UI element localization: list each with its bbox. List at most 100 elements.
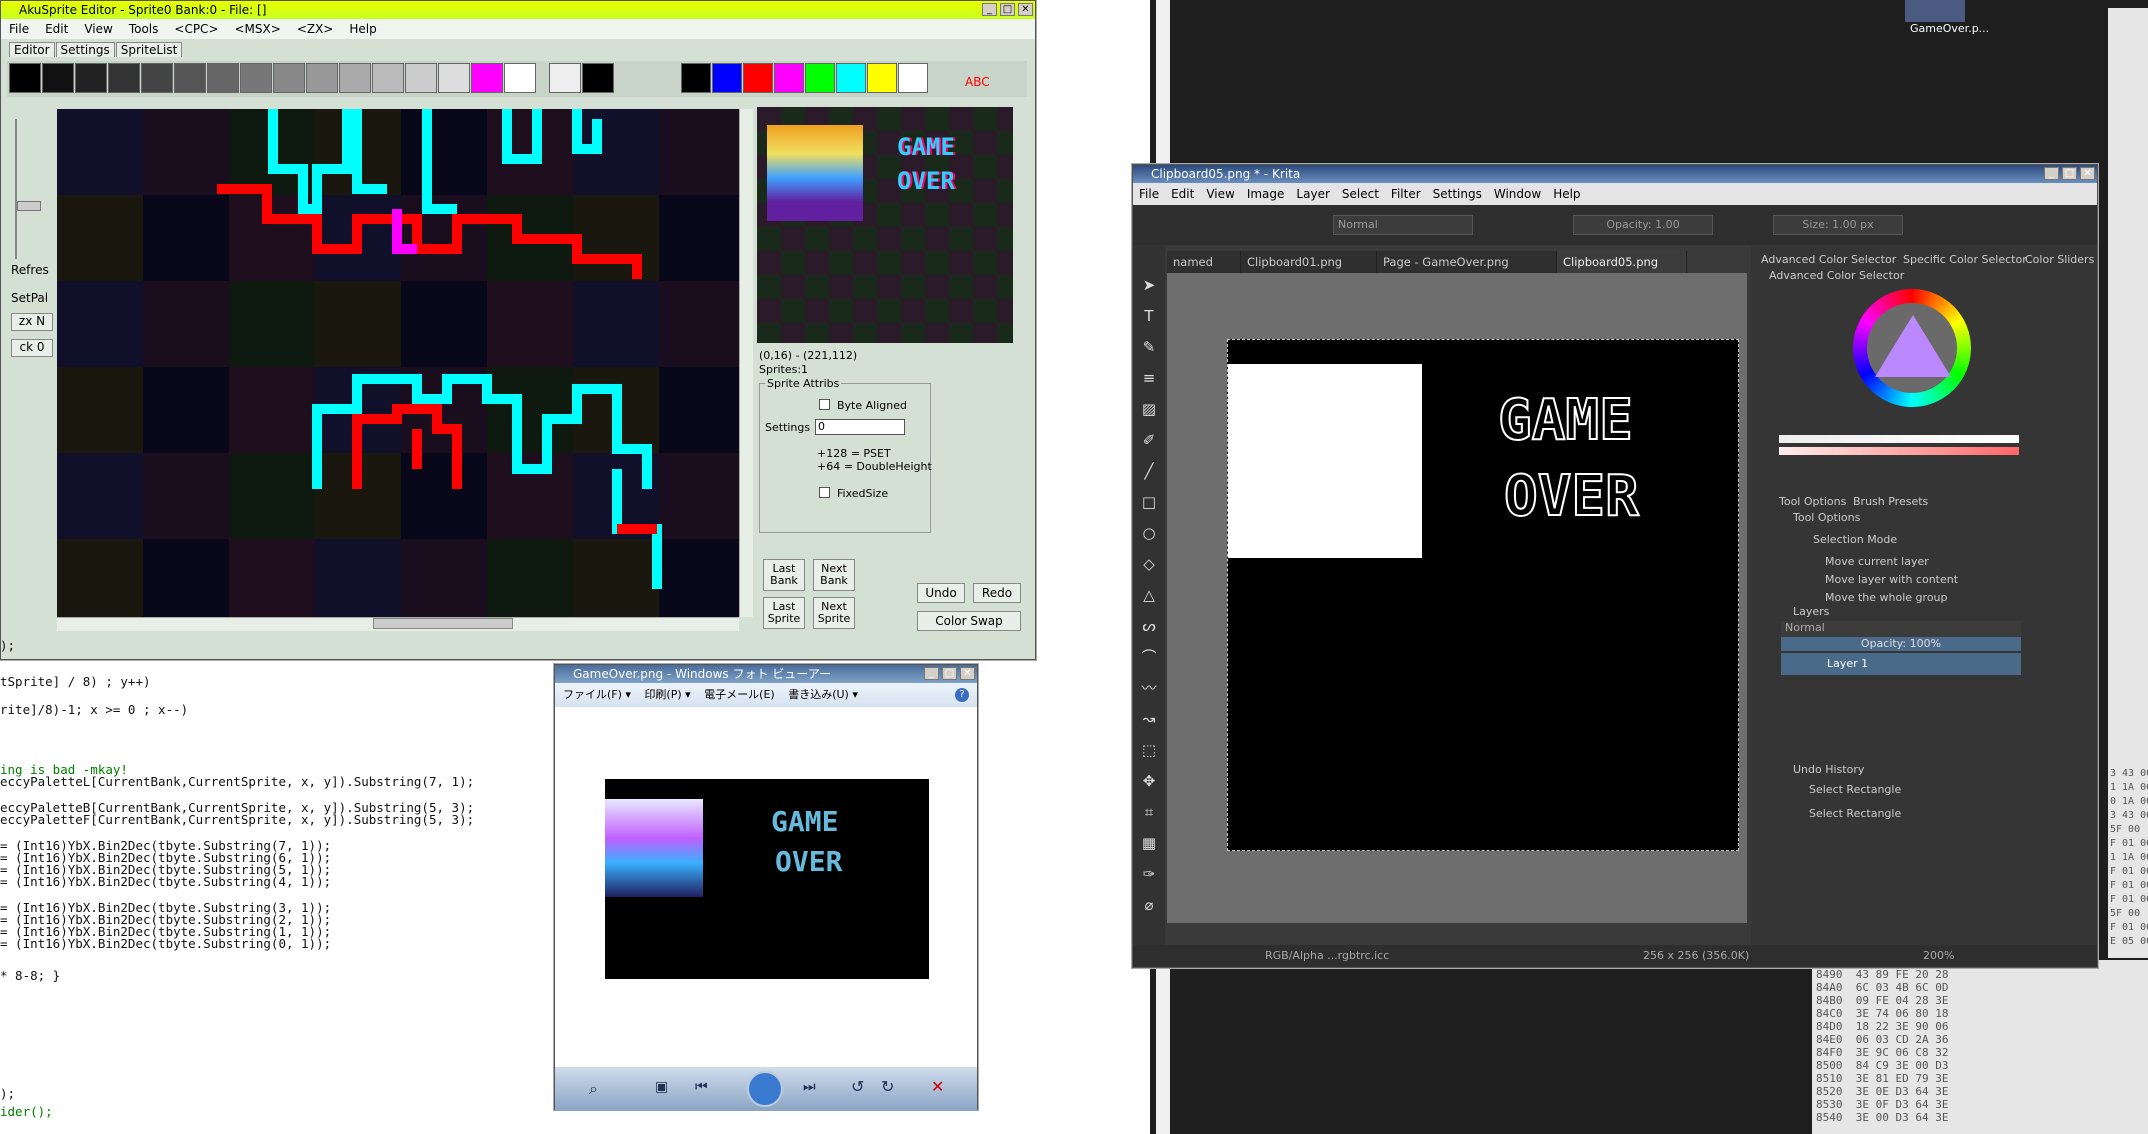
palette-swatch[interactable] xyxy=(582,63,614,93)
menu-zx[interactable]: <ZX> xyxy=(297,22,334,36)
tab-spritelist[interactable]: SpriteList xyxy=(115,42,183,57)
palette-swatch[interactable] xyxy=(549,63,581,93)
color-slider-1[interactable] xyxy=(1779,435,2019,443)
viewer-minimize-button[interactable]: _ xyxy=(924,667,939,680)
zoom-level[interactable]: 200% xyxy=(1923,945,1954,967)
krita-menu-settings[interactable]: Settings xyxy=(1433,187,1482,201)
color-swap-button[interactable]: Color Swap xyxy=(917,611,1021,631)
docker-tab-advanced[interactable]: Advanced Color Selector xyxy=(1761,253,1896,266)
color-slider-2[interactable] xyxy=(1779,447,2019,455)
palette-swatch[interactable] xyxy=(9,63,41,93)
palette-swatch[interactable] xyxy=(339,63,371,93)
previous-icon[interactable]: ⏮ xyxy=(695,1079,708,1095)
actual-size-icon[interactable]: ▣ xyxy=(655,1079,668,1095)
krita-tool-icon[interactable]: ▦ xyxy=(1139,833,1159,853)
undo-item-2[interactable]: Select Rectangle xyxy=(1809,807,1901,820)
krita-menu-window[interactable]: Window xyxy=(1494,187,1541,201)
menu-cpc[interactable]: <CPC> xyxy=(174,22,218,36)
viewer-close-button[interactable]: ✕ xyxy=(960,667,975,680)
palette-swatch[interactable] xyxy=(174,63,206,93)
palette-swatch[interactable] xyxy=(867,63,897,93)
palette-swatch[interactable] xyxy=(240,63,272,93)
menu-msx[interactable]: <MSX> xyxy=(235,22,281,36)
last-bank-button[interactable]: Last Bank xyxy=(763,559,805,591)
krita-menu-layer[interactable]: Layer xyxy=(1296,187,1329,201)
hscroll-thumb[interactable] xyxy=(373,618,513,629)
next-bank-button[interactable]: Next Bank xyxy=(813,559,855,591)
zoom-slider[interactable] xyxy=(15,119,37,259)
minimize-button[interactable]: _ xyxy=(982,3,997,16)
palette-swatch[interactable] xyxy=(504,63,536,93)
krita-tool-icon[interactable]: T xyxy=(1139,306,1159,326)
menu-view[interactable]: View xyxy=(84,22,112,36)
krita-tool-icon[interactable]: ⌒ xyxy=(1139,647,1159,667)
undo-item-1[interactable]: Select Rectangle xyxy=(1809,783,1901,796)
viewer-menu-burn[interactable]: 書き込み(U) ▾ xyxy=(788,688,858,701)
palette-swatch[interactable] xyxy=(774,63,804,93)
desktop-file-label[interactable]: GameOver.p... xyxy=(1910,22,1989,35)
krita-tool-icon[interactable]: ≡ xyxy=(1139,368,1159,388)
blend-mode-select[interactable]: Normal xyxy=(1333,215,1473,235)
palette-swatch[interactable] xyxy=(75,63,107,93)
layer-name[interactable]: Layer 1 xyxy=(1827,657,1868,670)
palette-swatch[interactable] xyxy=(108,63,140,93)
palette-swatch[interactable] xyxy=(681,63,711,93)
krita-tool-icon[interactable]: □ xyxy=(1139,492,1159,512)
palette-swatch[interactable] xyxy=(273,63,305,93)
palette-swatch[interactable] xyxy=(898,63,928,93)
krita-menu-edit[interactable]: Edit xyxy=(1171,187,1194,201)
krita-menu-select[interactable]: Select xyxy=(1342,187,1379,201)
palette-swatch[interactable] xyxy=(438,63,470,93)
byte-aligned-checkbox[interactable] xyxy=(819,399,830,410)
krita-tool-icon[interactable]: ➤ xyxy=(1139,275,1159,295)
zoom-icon[interactable]: ⌕ xyxy=(589,1079,598,1099)
fixedsize-checkbox[interactable] xyxy=(819,487,830,498)
check-button[interactable]: ck 0 xyxy=(11,339,53,357)
krita-tool-icon[interactable]: ✑ xyxy=(1139,864,1159,884)
brush-presets-tab[interactable]: Brush Presets xyxy=(1853,495,1928,508)
krita-tool-icon[interactable]: △ xyxy=(1139,585,1159,605)
palette-swatch[interactable] xyxy=(805,63,835,93)
menu-edit[interactable]: Edit xyxy=(45,22,68,36)
zoom-slider-thumb[interactable] xyxy=(17,201,41,211)
palette-swatch[interactable] xyxy=(471,63,503,93)
settings-input[interactable]: 0 xyxy=(815,419,905,435)
palette-swatch[interactable] xyxy=(141,63,173,93)
krita-menu-view[interactable]: View xyxy=(1206,187,1234,201)
krita-tool-icon[interactable]: ◇ xyxy=(1139,554,1159,574)
doc-tab-unnamed[interactable]: named xyxy=(1167,251,1241,273)
undo-button[interactable]: Undo xyxy=(917,583,965,603)
tab-editor[interactable]: Editor xyxy=(9,42,55,57)
rotate-left-icon[interactable]: ↺ xyxy=(851,1077,864,1096)
palette-swatch[interactable] xyxy=(207,63,239,93)
next-sprite-button[interactable]: Next Sprite xyxy=(813,597,855,629)
color-wheel[interactable] xyxy=(1853,289,1971,407)
krita-tool-icon[interactable]: ○ xyxy=(1139,523,1159,543)
krita-minimize-button[interactable]: _ xyxy=(2044,167,2059,180)
redo-button[interactable]: Redo xyxy=(973,583,1021,603)
viewer-menu-file[interactable]: ファイル(F) ▾ xyxy=(563,688,631,701)
delete-icon[interactable]: ✕ xyxy=(931,1077,944,1096)
move-whole-group-option[interactable]: Move the whole group xyxy=(1825,591,1948,604)
layer-blend-select[interactable]: Normal xyxy=(1781,621,2021,637)
menu-tools[interactable]: Tools xyxy=(129,22,159,36)
last-sprite-button[interactable]: Last Sprite xyxy=(763,597,805,629)
viewer-maximize-button[interactable]: □ xyxy=(942,667,957,680)
krita-maximize-button[interactable]: □ xyxy=(2062,167,2077,180)
next-icon[interactable]: ⏭ xyxy=(803,1079,816,1095)
palette-swatch[interactable] xyxy=(712,63,742,93)
palette-swatch[interactable] xyxy=(836,63,866,93)
viewer-menu-email[interactable]: 電子メール(E) xyxy=(704,688,775,701)
krita-close-button[interactable]: ✕ xyxy=(2080,167,2095,180)
size-slider[interactable]: Size: 1.00 px xyxy=(1773,215,1903,235)
krita-tool-icon[interactable]: ⬚ xyxy=(1139,740,1159,760)
help-icon[interactable]: ? xyxy=(955,688,969,702)
opacity-slider[interactable]: Opacity: 1.00 xyxy=(1573,215,1713,235)
krita-tool-icon[interactable]: ✎ xyxy=(1139,337,1159,357)
refresh-button[interactable]: Refres xyxy=(11,263,49,277)
palette-swatch[interactable] xyxy=(42,63,74,93)
close-button[interactable]: ✕ xyxy=(1018,3,1033,16)
tab-settings[interactable]: Settings xyxy=(55,42,115,57)
palette-swatch[interactable] xyxy=(405,63,437,93)
maximize-button[interactable]: □ xyxy=(1000,3,1015,16)
